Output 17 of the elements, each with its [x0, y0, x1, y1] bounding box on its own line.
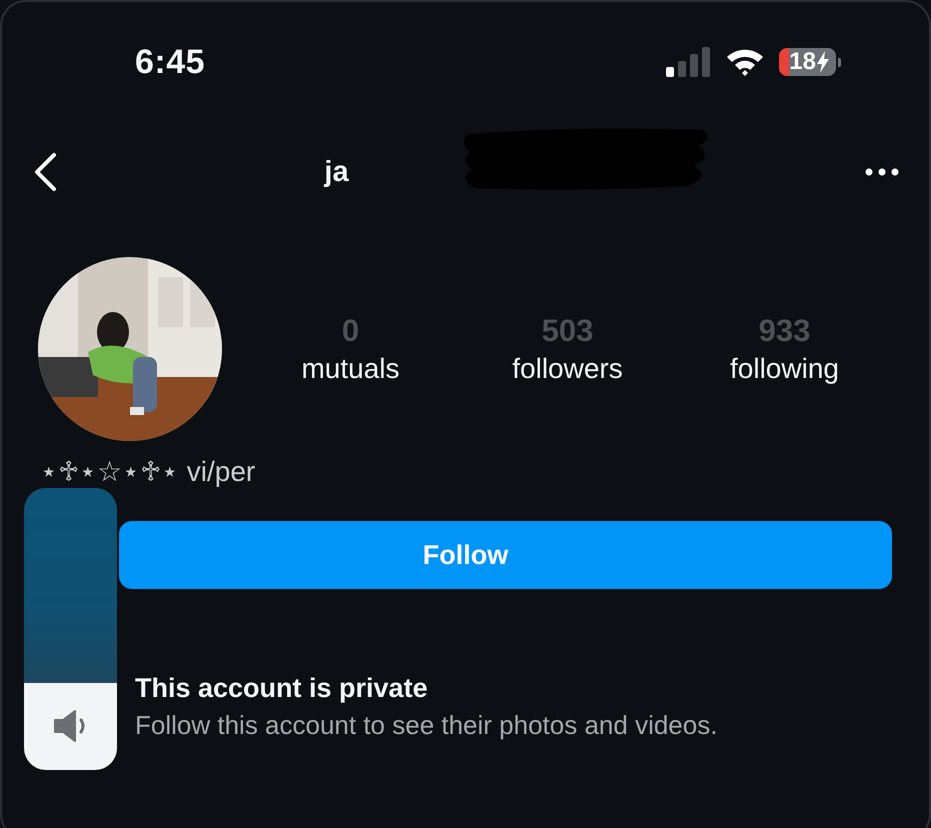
stat-count: 503	[542, 313, 594, 349]
wifi-icon	[725, 47, 766, 77]
stat-count: 0	[342, 313, 360, 349]
more-icon[interactable]	[865, 168, 899, 176]
profile-username: ja	[324, 156, 349, 188]
stat-label[interactable]: followers	[512, 353, 623, 385]
stat-label[interactable]: following	[730, 353, 839, 385]
stat-count: 933	[758, 313, 810, 349]
private-title: This account is private	[135, 673, 429, 704]
battery-icon: 18	[779, 48, 836, 76]
stat-label[interactable]: mutuals	[301, 353, 400, 385]
status-time: 6:45	[135, 42, 206, 82]
signal-icon	[665, 47, 712, 77]
back-icon[interactable]	[32, 152, 58, 192]
bio-text: ⋆♱⋆☆⋆♱⋆ vi/per	[40, 457, 256, 487]
private-message: Follow this account to see their photos and videos.	[135, 710, 718, 741]
volume-slider[interactable]	[24, 488, 117, 770]
